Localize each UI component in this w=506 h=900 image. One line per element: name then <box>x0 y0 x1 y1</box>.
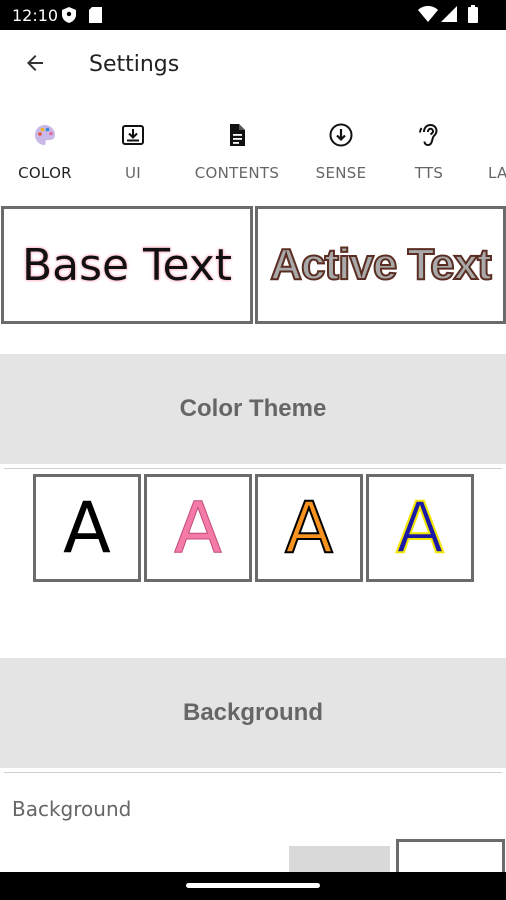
color-theme-header: Color Theme <box>0 354 506 464</box>
tab-bar: COLOR UI CONTENTS SENSE TTS LA <box>0 102 506 206</box>
tab-ui-label: UI <box>124 164 142 182</box>
tab-la-label: LA <box>488 164 506 182</box>
battery-icon <box>468 5 478 28</box>
theme-swatch-navy[interactable]: A <box>366 474 474 582</box>
swatch-letter: A <box>63 487 111 569</box>
tab-color-label: COLOR <box>18 164 72 182</box>
back-button[interactable] <box>16 46 54 84</box>
system-nav-bar <box>0 872 506 900</box>
base-text-sample: Base Text <box>21 239 233 291</box>
tab-tts[interactable]: TTS <box>394 102 464 206</box>
background-label: Background <box>12 797 132 821</box>
background-header: Background <box>0 658 506 768</box>
theme-swatch-pink[interactable]: A <box>144 474 252 582</box>
home-gesture-handle[interactable] <box>186 883 320 888</box>
tab-la[interactable]: LA <box>484 102 506 206</box>
background-option-white[interactable] <box>396 839 505 872</box>
wifi-icon <box>418 6 438 27</box>
palette-icon <box>32 122 58 148</box>
app-bar: Settings <box>0 30 506 102</box>
divider <box>4 468 502 469</box>
ear-icon <box>416 122 442 148</box>
tab-sense-label: SENSE <box>315 164 367 182</box>
tab-ui[interactable]: UI <box>98 102 168 206</box>
theme-swatch-orange[interactable]: A <box>255 474 363 582</box>
document-icon <box>224 122 250 148</box>
tab-contents[interactable]: CONTENTS <box>190 102 284 206</box>
download-box-icon <box>120 122 146 148</box>
sim-card-icon <box>89 7 102 28</box>
text-preview-row: Base Text Active Text <box>0 206 506 328</box>
divider <box>4 772 502 773</box>
tab-sense[interactable]: SENSE <box>306 102 376 206</box>
shield-icon <box>62 7 76 28</box>
status-time: 12:10 <box>12 6 59 25</box>
swatch-letter: A <box>395 487 445 569</box>
arrow-down-circle-icon <box>328 122 354 148</box>
status-bar: 12:10 <box>0 0 506 30</box>
color-theme-title: Color Theme <box>179 395 327 422</box>
active-text-preview[interactable]: Active Text <box>255 206 506 324</box>
tab-color[interactable]: COLOR <box>10 102 80 206</box>
background-title: Background <box>182 699 323 726</box>
swatch-letter: A <box>174 487 223 569</box>
arrow-left-icon <box>23 51 47 80</box>
swatch-letter: A <box>284 487 334 569</box>
page-title: Settings <box>89 52 180 77</box>
signal-icon <box>441 6 457 27</box>
background-option-gray[interactable] <box>289 846 390 872</box>
base-text-preview[interactable]: Base Text <box>1 206 253 324</box>
active-text-sample: Active Text <box>269 239 492 290</box>
tab-contents-label: CONTENTS <box>194 164 280 182</box>
theme-swatch-black[interactable]: A <box>33 474 141 582</box>
tab-tts-label: TTS <box>414 164 444 182</box>
